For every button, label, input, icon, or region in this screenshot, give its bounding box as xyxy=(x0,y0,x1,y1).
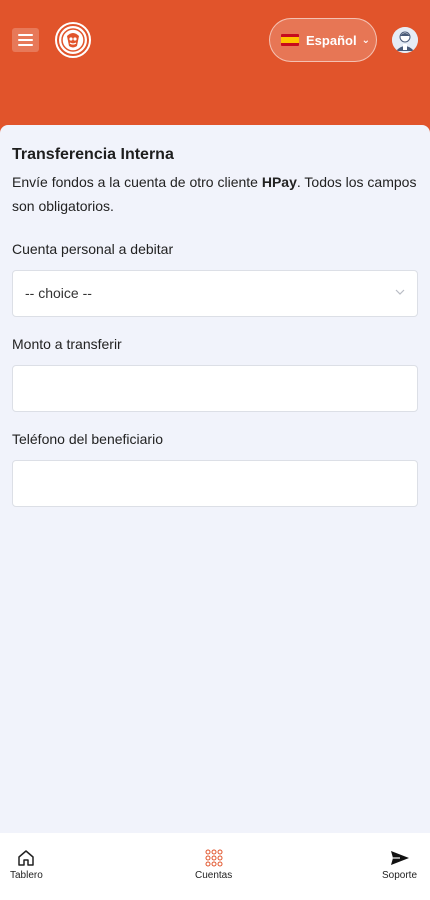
amount-input[interactable] xyxy=(13,366,417,411)
user-avatar-icon[interactable] xyxy=(392,27,418,53)
nav-label: Tablero xyxy=(10,870,43,881)
form-description: Envíe fondos a la cuenta de otro cliente… xyxy=(12,170,418,218)
debit-account-value: -- choice -- xyxy=(25,285,92,301)
top-bar: Español ⌄ xyxy=(0,0,430,140)
home-icon xyxy=(18,850,35,866)
grid-icon xyxy=(205,849,223,867)
nav-item-cuentas[interactable]: Cuentas xyxy=(195,849,232,881)
debit-account-select[interactable]: -- choice -- xyxy=(12,270,418,317)
send-icon xyxy=(390,851,409,865)
language-label: Español xyxy=(306,32,357,48)
language-selector-button[interactable]: Español ⌄ xyxy=(269,18,377,62)
beneficiary-phone-label: Teléfono del beneficiario xyxy=(12,431,163,447)
debit-account-label: Cuenta personal a debitar xyxy=(12,241,174,257)
page-title: Transferencia Interna xyxy=(12,146,174,163)
bottom-nav: Tablero Cuentas Soporte xyxy=(0,833,430,900)
nav-item-tablero[interactable]: Tablero xyxy=(10,849,43,881)
nav-label: Soporte xyxy=(382,870,418,881)
nav-label: Cuentas xyxy=(195,870,233,881)
brand-logo-icon[interactable] xyxy=(55,22,91,58)
beneficiary-phone-input[interactable] xyxy=(13,461,417,506)
hamburger-icon[interactable] xyxy=(12,28,39,52)
nav-item-soporte[interactable]: Soporte xyxy=(382,849,417,881)
brand-name: HPay xyxy=(261,174,297,190)
spain-flag-icon xyxy=(281,34,299,46)
amount-label: Monto a transferir xyxy=(12,336,122,352)
amount-field-wrapper xyxy=(12,365,418,412)
beneficiary-phone-field-wrapper xyxy=(12,460,418,507)
chevron-down-icon xyxy=(395,289,405,295)
chevron-down-icon: ⌄ xyxy=(361,34,370,46)
description-text: Envíe fondos a la cuenta de otro cliente xyxy=(12,174,262,190)
